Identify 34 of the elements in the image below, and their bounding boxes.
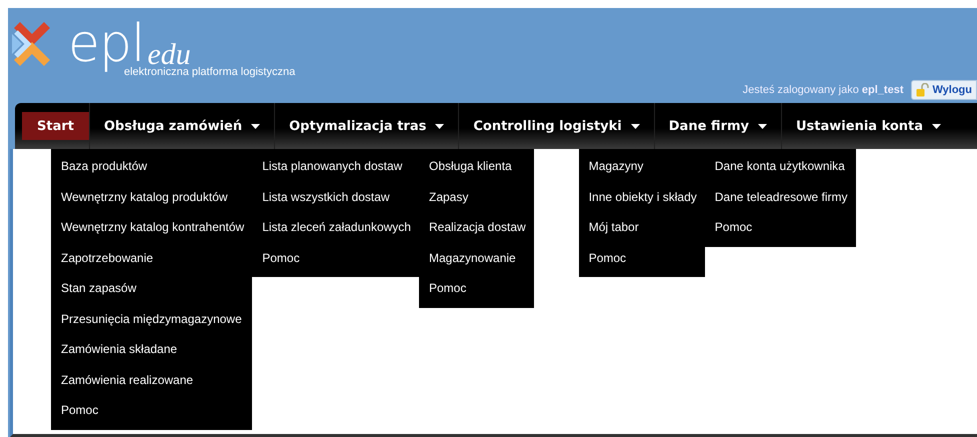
menu-tab[interactable]: Dane firmy [654,112,781,140]
menu-tab[interactable]: Ustawienia konta [782,112,956,140]
menu-item[interactable]: Realizacja dostaw [418,212,534,242]
menu-tab[interactable]: Controlling logistyki [459,112,654,140]
menu-item[interactable]: Pomoc [51,395,252,426]
menu-item[interactable]: Zamówienia składane [51,334,252,364]
menu-item[interactable]: Dane teleadresowe firmy [704,182,856,212]
menu-item[interactable]: Inne obiekty i składy [578,182,705,212]
menu-item[interactable]: Lista planowanych dostaw [252,151,419,182]
menu-item[interactable]: Przesunięcia międzymagazynowe [51,304,252,334]
menu-item[interactable]: Wewnętrzny katalog kontrahentów [51,212,252,242]
login-status-text: Jesteś zalogowany jako epl_test [742,84,904,96]
menu-item[interactable]: Magazyny [578,151,705,182]
menu-item[interactable]: Zapasy [418,182,534,212]
menu-item[interactable]: Obsługa klienta [418,151,534,182]
menu-item[interactable]: Zapotrzebowanie [51,242,252,273]
logout-button[interactable]: Wylogu [911,80,977,100]
menu-item[interactable]: Pomoc [704,212,856,242]
menu-item[interactable]: Dane konta użytkownika [704,151,856,182]
padlock-icon [916,83,930,97]
menu-item[interactable]: Baza produktów [51,151,252,182]
menu-tab[interactable]: Obsługa zamówień [90,112,274,140]
menu-item[interactable]: Wewnętrzny katalog produktów [51,182,252,212]
menu-tab[interactable]: Start [22,112,89,140]
menu-item[interactable]: Mój tabor [578,212,705,242]
menu-item[interactable]: Pomoc [252,242,419,273]
menu-item[interactable]: Pomoc [418,273,534,304]
menu-tab[interactable]: Optymalizacja tras [275,112,458,140]
menu-item[interactable]: Magazynowanie [418,242,534,273]
menu-item[interactable]: Lista wszystkich dostaw [252,182,419,212]
menu-item[interactable]: Lista zleceń załadunkowych [252,212,419,242]
menu-item[interactable]: Stan zapasów [51,273,252,304]
menu-item[interactable]: Pomoc [578,242,705,273]
menu-item[interactable]: Zamówienia realizowane [51,364,252,395]
